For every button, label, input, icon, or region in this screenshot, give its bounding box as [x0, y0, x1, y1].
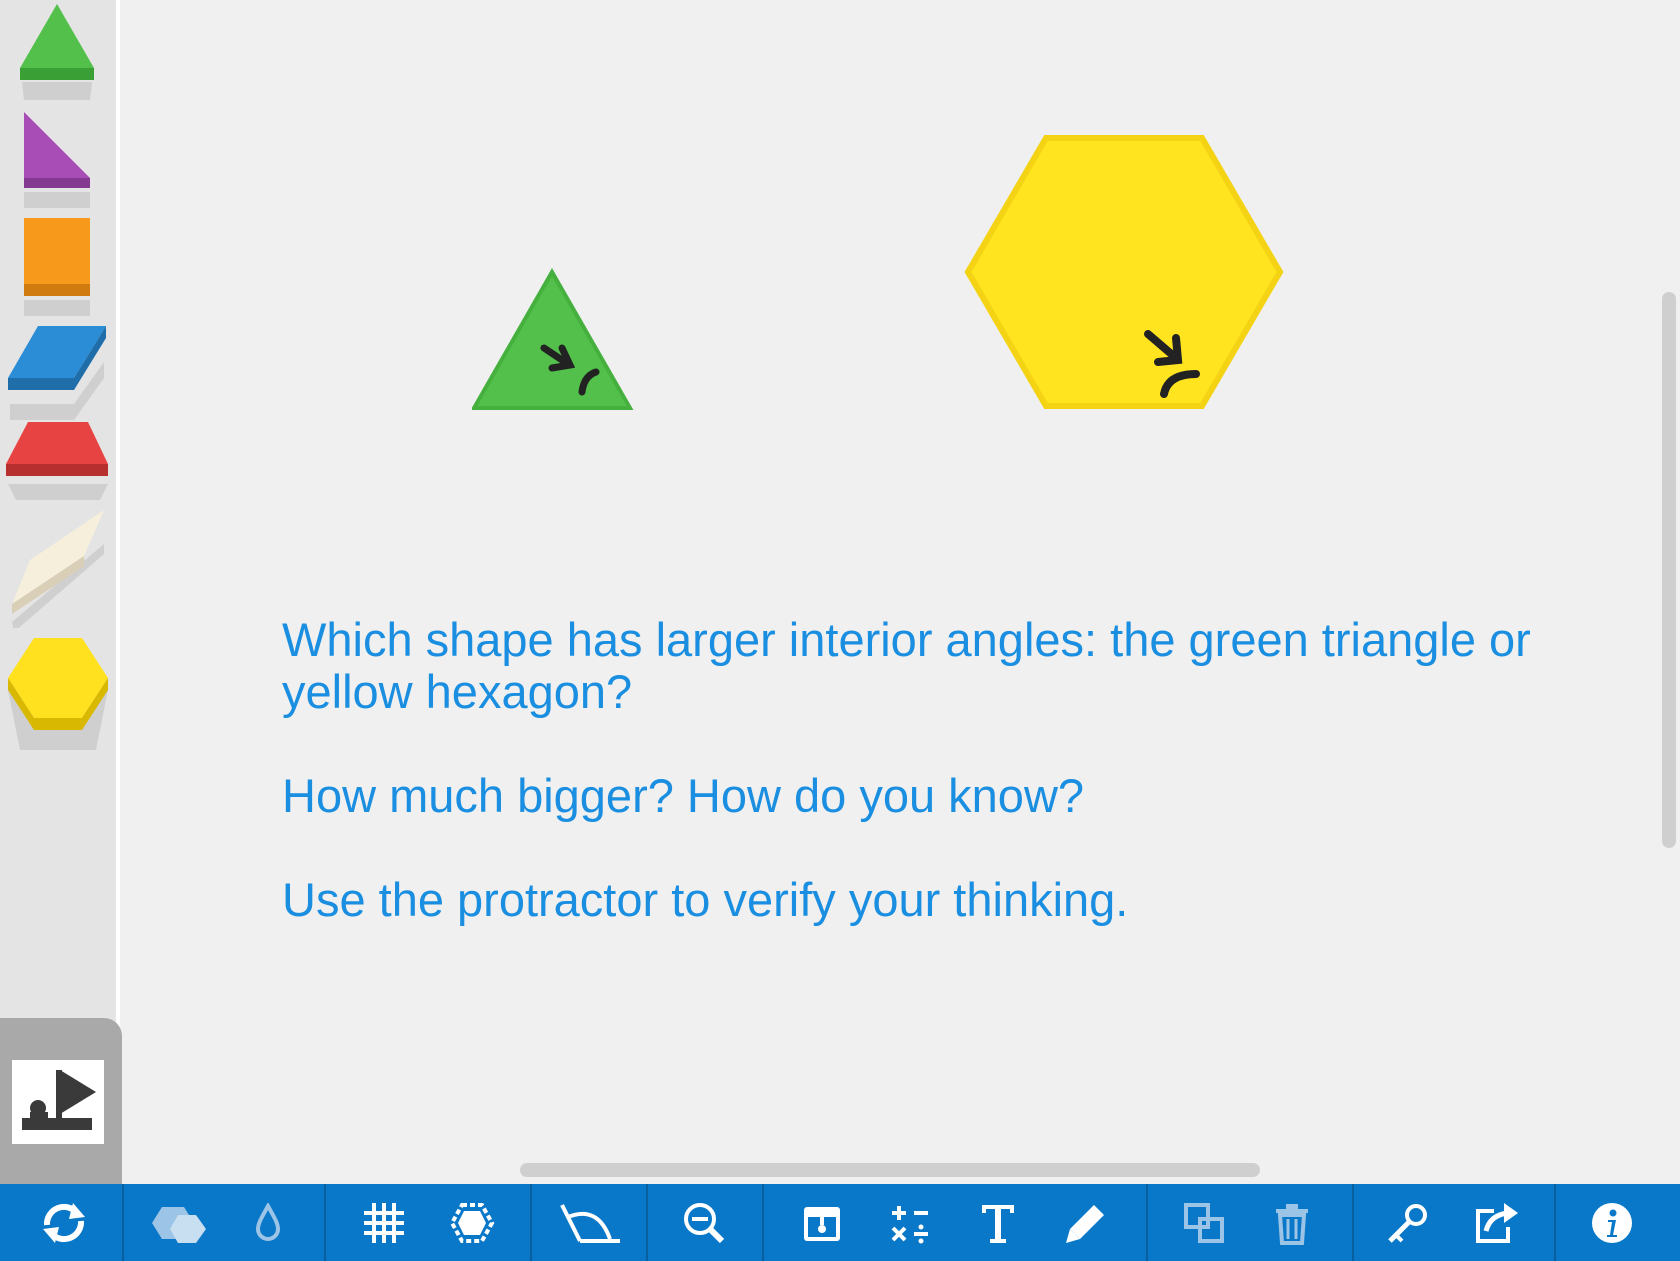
color-drop-icon	[255, 1202, 281, 1241]
palette-blue-rhombus[interactable]	[0, 322, 120, 422]
color-button[interactable]	[228, 1184, 308, 1261]
key-icon	[1388, 1203, 1427, 1243]
share-button[interactable]	[1456, 1184, 1536, 1261]
trash-button[interactable]	[1252, 1184, 1332, 1261]
refresh-button[interactable]	[24, 1184, 104, 1261]
workspace[interactable]: Which shape has larger interior angles: …	[124, 0, 1680, 1184]
zoom-out-button[interactable]	[664, 1184, 744, 1261]
stamp-panel	[0, 1018, 122, 1184]
trash-icon	[1276, 1203, 1308, 1245]
info-button[interactable]	[1572, 1184, 1652, 1261]
duplicate-icon	[1184, 1202, 1224, 1243]
zoom-out-icon	[684, 1202, 725, 1243]
workspace-green-triangle[interactable]	[470, 267, 636, 417]
prompt-instruction: Use the protractor to verify your thinki…	[282, 873, 1129, 926]
stamp-icon	[22, 1070, 96, 1130]
palette-yellow-hexagon[interactable]	[0, 634, 120, 764]
pencil-icon	[1066, 1204, 1104, 1243]
workspace-yellow-hexagon[interactable]	[964, 134, 1284, 415]
grid-icon	[364, 1202, 404, 1243]
stamp-button[interactable]	[12, 1060, 104, 1144]
protractor-button[interactable]	[550, 1184, 630, 1261]
text-button[interactable]	[958, 1184, 1038, 1261]
math-operators-icon	[891, 1205, 928, 1243]
math-button[interactable]	[870, 1184, 950, 1261]
palette-red-trapezoid[interactable]	[0, 420, 120, 502]
bottom-toolbar	[0, 1184, 1680, 1261]
share-icon	[1476, 1202, 1518, 1243]
snap-hexagon-icon	[449, 1202, 495, 1243]
prompt-followup: How much bigger? How do you know?	[282, 769, 1085, 822]
text-icon	[982, 1204, 1014, 1243]
grid-button[interactable]	[344, 1184, 424, 1261]
palette-orange-square[interactable]	[0, 218, 120, 318]
key-button[interactable]	[1368, 1184, 1448, 1261]
calendar-button[interactable]	[782, 1184, 862, 1261]
snap-button[interactable]	[432, 1184, 512, 1261]
shapes-icon	[152, 1206, 206, 1243]
protractor-icon	[560, 1203, 620, 1243]
shape-palette	[0, 0, 120, 1184]
refresh-icon	[43, 1202, 85, 1243]
palette-tan-rhombus[interactable]	[0, 508, 120, 628]
horizontal-scrollbar[interactable]	[520, 1163, 1260, 1177]
prompt-question: Which shape has larger interior angles: …	[282, 613, 1531, 718]
duplicate-button[interactable]	[1164, 1184, 1244, 1261]
pencil-button[interactable]	[1046, 1184, 1126, 1261]
palette-purple-triangle[interactable]	[0, 110, 120, 210]
info-icon	[1592, 1202, 1632, 1243]
calendar-icon	[804, 1206, 840, 1241]
vertical-scrollbar[interactable]	[1662, 292, 1676, 848]
palette-green-triangle[interactable]	[0, 2, 120, 102]
shapes-button[interactable]	[140, 1184, 220, 1261]
prompt-text: Which shape has larger interior angles: …	[282, 614, 1542, 978]
